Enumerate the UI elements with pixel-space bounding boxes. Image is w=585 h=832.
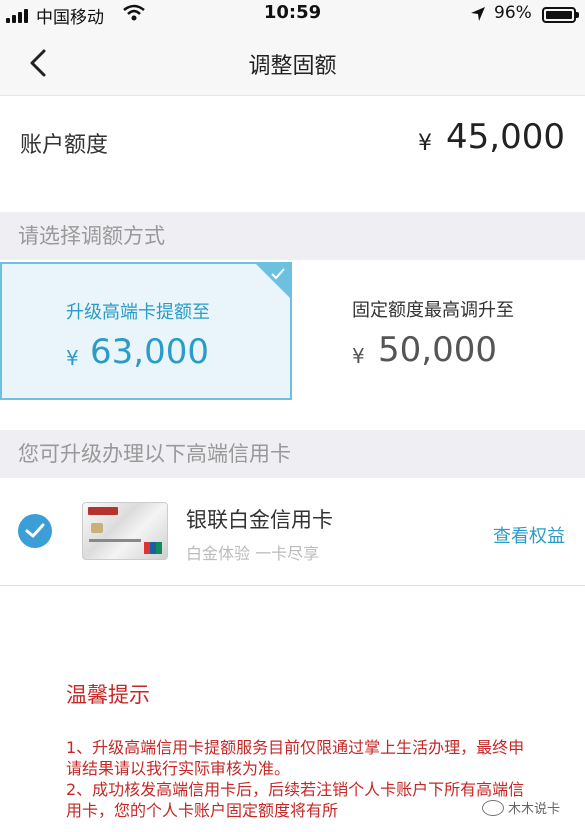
option-fixed-limit[interactable]: 固定额度最高调升至 ¥ 50,000 xyxy=(294,262,585,400)
card-image xyxy=(82,502,168,560)
tips-section: 温馨提示 1、升级高端信用卡提额服务目前仅限通过掌上生活办理，最终申请结果请以我… xyxy=(0,587,585,832)
location-icon xyxy=(470,6,486,27)
account-limit-row: 账户额度 ¥ 45,000 xyxy=(0,97,585,211)
tips-title: 温馨提示 xyxy=(66,683,150,707)
checkmark-icon xyxy=(270,266,286,285)
view-benefits-link[interactable]: 查看权益 xyxy=(493,522,565,548)
adjust-options: 升级高端卡提额至 ¥ 63,000 固定额度最高调升至 ¥ 50,000 xyxy=(0,260,585,430)
card-list-heading: 您可升级办理以下高端信用卡 xyxy=(0,430,585,478)
nav-bar: 调整固额 xyxy=(0,28,585,96)
page-title: 调整固额 xyxy=(248,54,337,79)
option-upgrade-card[interactable]: 升级高端卡提额至 ¥ 63,000 xyxy=(0,262,292,400)
tip-item: 1、升级高端信用卡提额服务目前仅限通过掌上生活办理，最终申请结果请以我行实际审核… xyxy=(66,738,525,778)
account-limit-amount: 45,000 xyxy=(446,117,565,157)
option-amount: 50,000 xyxy=(378,330,497,370)
card-name: 银联白金信用卡 xyxy=(186,508,333,532)
tip-item: 2、成功核发高端信用卡后，后续若注销个人卡账户下所有高端信用卡，您的个人卡账户固… xyxy=(66,780,525,820)
option-currency: ¥ xyxy=(66,346,79,370)
card-subtitle: 白金体验 一卡尽享 xyxy=(186,544,320,563)
account-limit-currency: ¥ xyxy=(418,131,432,156)
watermark: 木木说卡 xyxy=(482,798,560,817)
status-bar: 中国移动 10:59 96% xyxy=(0,0,585,28)
checkbox-checked-icon[interactable] xyxy=(18,514,52,548)
battery-icon xyxy=(542,7,579,23)
card-list-item[interactable]: 银联白金信用卡 白金体验 一卡尽享 查看权益 xyxy=(0,478,585,586)
account-limit-label: 账户额度 xyxy=(20,133,109,158)
watermark-text: 木木说卡 xyxy=(508,802,561,817)
option-label: 固定额度最高调升至 xyxy=(352,300,514,321)
option-amount: 63,000 xyxy=(90,332,209,372)
wechat-icon xyxy=(482,799,504,816)
option-currency: ¥ xyxy=(352,344,365,368)
adjust-method-heading: 请选择调额方式 xyxy=(0,212,585,260)
option-label: 升级高端卡提额至 xyxy=(66,302,210,323)
battery-percentage: 96% xyxy=(494,3,532,23)
